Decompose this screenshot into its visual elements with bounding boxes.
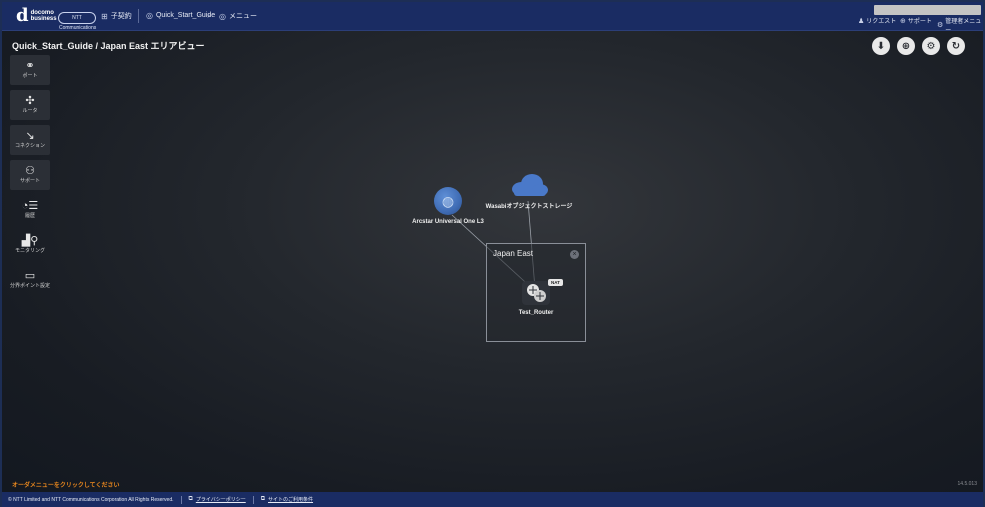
test-router-node[interactable] (522, 281, 550, 305)
breadcrumb-project[interactable]: ◎ Quick_Start_Guide (146, 11, 215, 20)
top-navigation-bar: d docomo business NTT Communications ⊞ 子… (2, 2, 983, 34)
ntt-badge-text: NTT Communications (59, 15, 97, 31)
wasabi-node-label: Wasabiオブジェクトストレージ (485, 204, 573, 210)
version-label: 14.5.013 (957, 481, 977, 487)
support-link[interactable]: ⊕ サポート (900, 16, 932, 26)
copyright-text: © NTT Limited and NTT Communications Cor… (8, 496, 174, 503)
chevron-right-icon: › (207, 10, 210, 20)
contract-label: 子契約 (110, 13, 132, 20)
external-link-icon: ⧉ (260, 496, 266, 502)
contract-icon: ⊞ (101, 11, 108, 21)
support-label: サポート (907, 19, 932, 25)
area-view-canvas[interactable]: Quick_Start_Guide / Japan East エリアビュー ⚭ … (2, 31, 983, 492)
user-info-box[interactable] (874, 5, 981, 15)
arcstar-node-label: Arcstar Universal One L3 (412, 219, 484, 225)
app-frame: d docomo business NTT Communications ⊞ 子… (0, 0, 985, 507)
support-globe-icon: ⊕ (900, 17, 906, 25)
logo-words: docomo business (31, 10, 57, 22)
request-label: リクエスト (866, 19, 897, 25)
logo-mark: d (16, 5, 29, 26)
footer-divider (252, 495, 254, 504)
close-icon[interactable]: × (570, 250, 579, 259)
privacy-policy-link[interactable]: プライバシーポリシー (196, 496, 246, 503)
nav-divider (138, 9, 139, 23)
router-node-label: Test_Router (518, 310, 554, 316)
footer: © NTT Limited and NTT Communications Cor… (2, 492, 983, 507)
menu-icon: ◎ (219, 11, 226, 21)
nat-badge: NAT (548, 279, 563, 286)
order-menu-hint: オーダメニューをクリックしてください (12, 483, 120, 489)
arcstar-globe-icon[interactable]: ◍ (434, 187, 462, 215)
external-link-icon: ⧉ (188, 496, 193, 502)
logo-line2: business (30, 16, 57, 22)
breadcrumb-menu[interactable]: ◎ メニュー (219, 11, 257, 21)
contract-selector[interactable]: ⊞ 子契約 (101, 11, 132, 21)
area-title: Japan East (493, 249, 534, 258)
docomo-business-logo[interactable]: d docomo business (16, 5, 57, 26)
ntt-badge: NTT Communications (58, 12, 96, 31)
project-icon: ◎ (146, 11, 153, 20)
wasabi-cloud-icon[interactable] (510, 173, 548, 197)
terms-of-use-link[interactable]: サイトのご利用条件 (268, 496, 313, 503)
admin-gear-icon: ⚙ (937, 22, 944, 29)
bell-icon: ♟ (858, 17, 865, 25)
footer-divider (180, 495, 182, 504)
request-link[interactable]: ♟ リクエスト (858, 16, 897, 26)
breadcrumb-menu-label: メニュー (228, 13, 257, 20)
router-node-icon (527, 284, 546, 302)
